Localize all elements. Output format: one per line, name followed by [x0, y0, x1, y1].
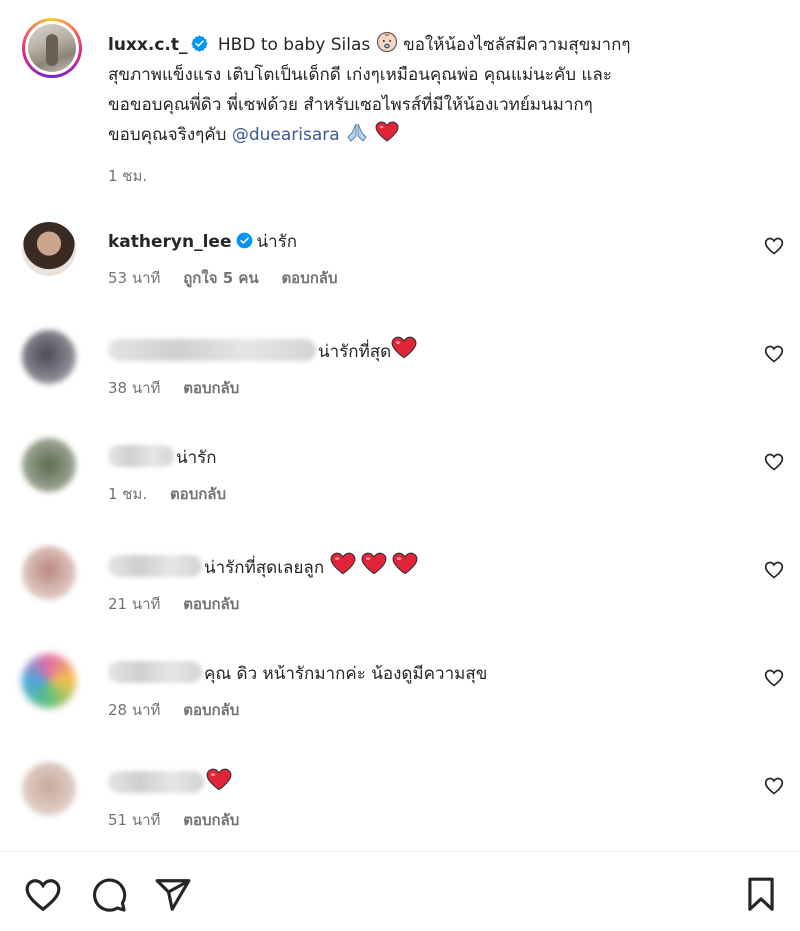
- comment-text: น่ารักที่สุดเลยลูก: [204, 558, 330, 578]
- reply-button[interactable]: ตอบกลับ: [183, 595, 239, 613]
- comment-time: 38 นาที: [108, 379, 161, 397]
- comment-text: น่ารัก: [256, 232, 298, 252]
- comment-item: 51 นาที ตอบกลับ: [22, 762, 792, 852]
- comment-time: 1 ชม.: [108, 485, 148, 503]
- comment-item: katheryn_lee น่ารัก 53 นาที ถูกใจ 5 คน ตอ…: [22, 222, 792, 312]
- commenter-avatar[interactable]: [22, 330, 76, 384]
- commenter-username-blurred[interactable]: [108, 445, 174, 467]
- commenter-username-blurred[interactable]: [108, 339, 316, 361]
- reply-button[interactable]: ตอบกลับ: [183, 701, 239, 719]
- author-avatar[interactable]: [22, 18, 82, 78]
- reply-button[interactable]: ตอบกลับ: [170, 485, 226, 503]
- author-username[interactable]: luxx.c.t_: [108, 35, 187, 55]
- like-heart-icon[interactable]: [764, 776, 784, 796]
- like-heart-icon[interactable]: [764, 560, 784, 580]
- like-heart-icon[interactable]: [764, 668, 784, 688]
- commenter-avatar[interactable]: [22, 222, 76, 276]
- bookmark-icon[interactable]: [742, 876, 780, 914]
- comment-item: คุณ ดิว หน้ารักมากค่ะ น้องดูมีความสุข 28…: [22, 654, 792, 744]
- comment-text: น่ารัก: [176, 448, 217, 468]
- comment-text: คุณ ดิว หน้ารักมากค่ะ น้องดูมีความสุข: [204, 664, 488, 684]
- verified-badge-icon: [191, 35, 209, 52]
- red-heart-emoji-icon: [330, 552, 355, 575]
- caption-time: 1 ชม.: [108, 167, 148, 185]
- commenter-username-blurred[interactable]: [108, 555, 202, 577]
- comment-time: 53 นาที: [108, 269, 161, 287]
- commenter-avatar[interactable]: [22, 654, 76, 708]
- comment-item: น่ารักที่สุดเลยลูก 21 นาที ตอบกลับ: [22, 546, 792, 636]
- caption-text: luxx.c.t_ HBD to baby Silas ขอให้น้องไซล…: [108, 30, 768, 150]
- red-heart-emoji-icon: [391, 336, 417, 359]
- red-heart-emoji-icon: [361, 552, 387, 575]
- comment-time: 51 นาที: [108, 811, 161, 829]
- commenter-username-blurred[interactable]: [108, 771, 204, 793]
- share-icon[interactable]: [154, 876, 192, 914]
- commenter-avatar[interactable]: [22, 762, 76, 816]
- comment-time: 28 นาที: [108, 701, 161, 719]
- like-heart-icon[interactable]: [764, 236, 784, 256]
- like-heart-icon[interactable]: [24, 876, 62, 914]
- verified-badge-icon: [236, 232, 252, 249]
- reply-button[interactable]: ตอบกลับ: [183, 811, 239, 829]
- commenter-avatar[interactable]: [22, 546, 76, 600]
- post-action-bar: [0, 852, 800, 931]
- baby-emoji-icon: [376, 31, 397, 53]
- commenter-avatar[interactable]: [22, 438, 76, 492]
- comment-icon[interactable]: [90, 876, 128, 914]
- comment-likes[interactable]: ถูกใจ 5 คน: [183, 269, 258, 287]
- reply-button[interactable]: ตอบกลับ: [183, 379, 239, 397]
- post-caption: luxx.c.t_ HBD to baby Silas ขอให้น้องไซล…: [22, 18, 782, 188]
- comment-text: น่ารักที่สุด: [318, 342, 392, 362]
- comment-item: น่ารัก 1 ชม. ตอบกลับ: [22, 438, 792, 528]
- reply-button[interactable]: ตอบกลับ: [281, 269, 337, 287]
- pray-emoji-icon: [347, 123, 367, 142]
- comment-time: 21 นาที: [108, 595, 161, 613]
- red-heart-emoji-icon: [375, 121, 399, 142]
- red-heart-emoji-icon: [392, 552, 418, 575]
- like-heart-icon[interactable]: [764, 344, 784, 364]
- commenter-username[interactable]: katheryn_lee: [108, 232, 232, 252]
- red-heart-emoji-icon: [206, 768, 232, 791]
- mention-link[interactable]: @duearisara: [232, 125, 340, 145]
- comment-item: น่ารักที่สุด 38 นาที ตอบกลับ: [22, 330, 792, 420]
- commenter-username-blurred[interactable]: [108, 661, 202, 683]
- like-heart-icon[interactable]: [764, 452, 784, 472]
